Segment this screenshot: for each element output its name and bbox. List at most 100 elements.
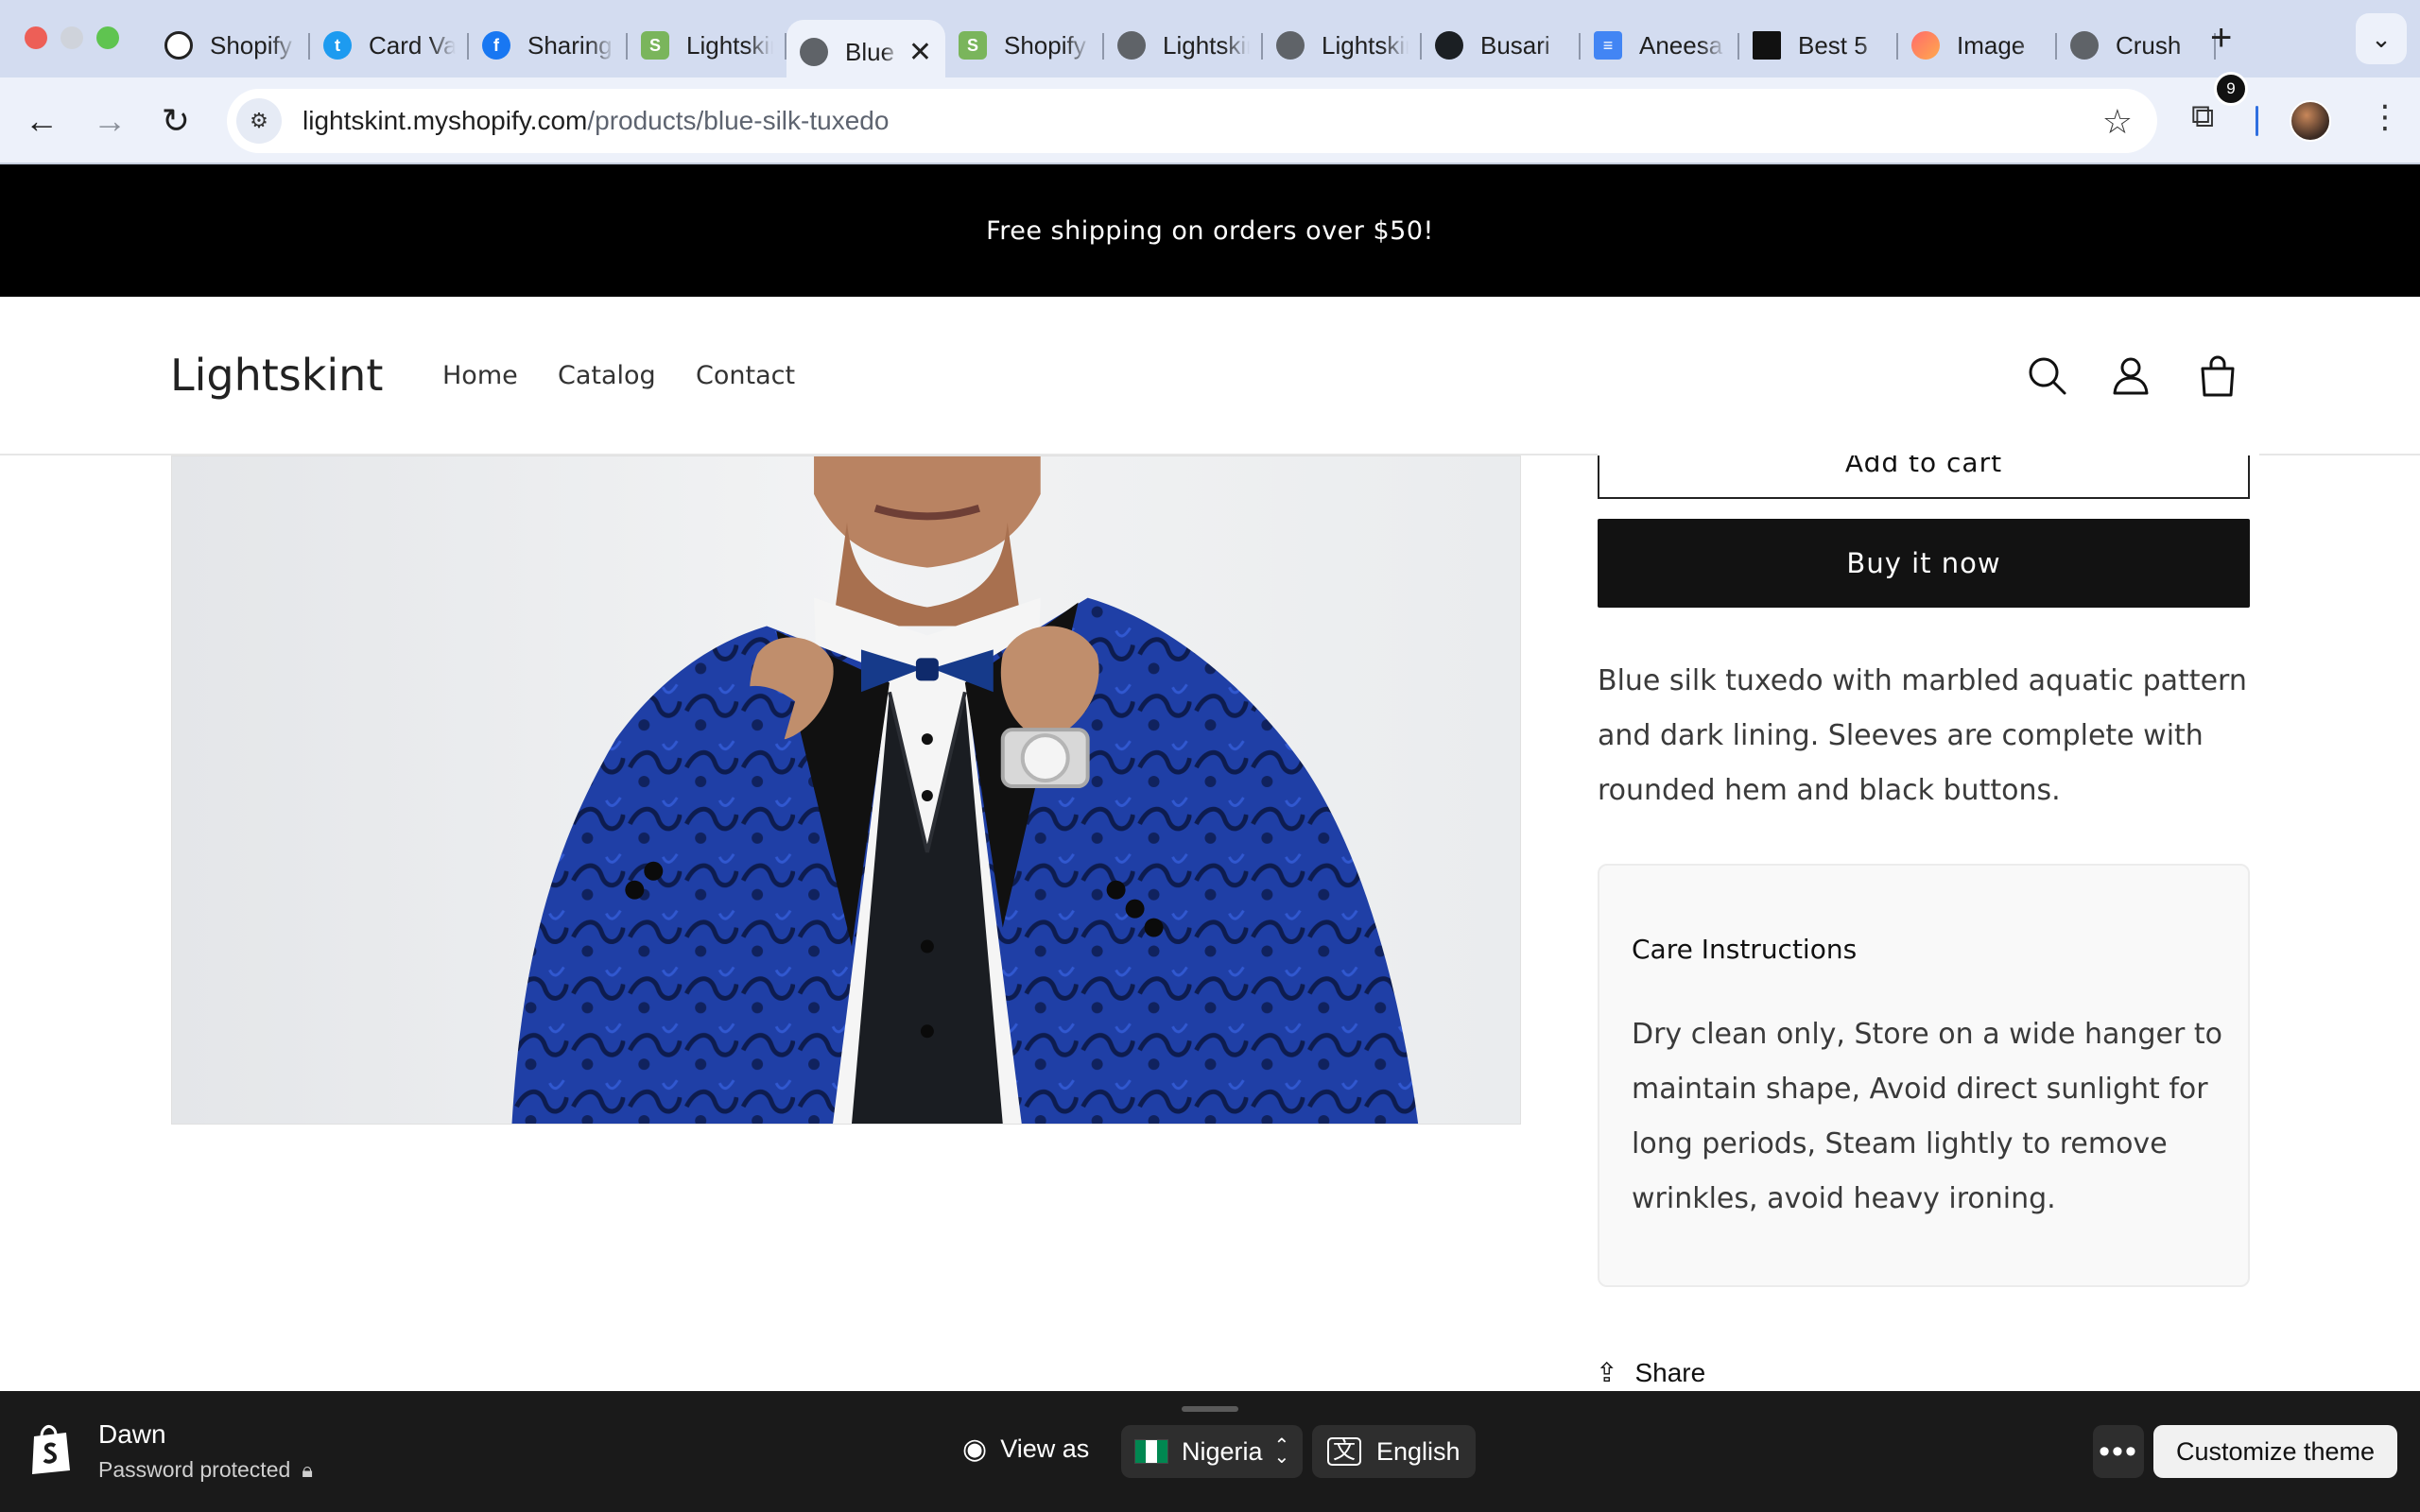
tab-label: Card Validator bbox=[369, 30, 456, 60]
lock-icon: 🔒︎ bbox=[302, 1457, 313, 1482]
announcement-bar: Free shipping on orders over $50! bbox=[0, 164, 2420, 297]
unsplash-icon bbox=[1753, 31, 1781, 60]
more-options-button[interactable]: ••• bbox=[2093, 1425, 2144, 1478]
tab-shopify-chatgpt[interactable]: Shopify bbox=[151, 20, 310, 71]
tab-search-button[interactable]: ⌄ bbox=[2356, 13, 2407, 64]
view-as-text: View as bbox=[1000, 1435, 1090, 1463]
share-button[interactable]: ⇪ Share bbox=[1596, 1357, 1705, 1388]
tab-label: Sharing Debugger bbox=[527, 30, 614, 60]
forward-button[interactable]: → bbox=[89, 100, 130, 142]
eye-icon: ◉ bbox=[962, 1434, 988, 1465]
chevron-down-icon: ⌄ bbox=[2371, 24, 2392, 53]
browser-chrome: Shopify t Card Validator f Sharing Debug… bbox=[0, 0, 2420, 164]
tab-label: Shopify bbox=[1004, 30, 1086, 60]
extensions-icon[interactable]: ⧉ bbox=[2191, 98, 2214, 135]
back-button[interactable]: ← bbox=[21, 100, 62, 142]
tab-best-5[interactable]: Best 5 bbox=[1739, 20, 1898, 71]
cart-count-badge: 9 bbox=[2214, 72, 2248, 106]
tab-label: Best 5 bbox=[1798, 30, 1868, 60]
tab-label: Aneesa bbox=[1639, 30, 1723, 60]
customize-theme-button[interactable]: Customize theme bbox=[2153, 1425, 2397, 1478]
tab-sharing-debugger[interactable]: f Sharing Debugger bbox=[469, 20, 628, 71]
product-description: Blue silk tuxedo with marbled aquatic pa… bbox=[1598, 664, 2247, 807]
account-icon[interactable] bbox=[2104, 350, 2157, 403]
url-path: /products/blue-silk-tuxedo bbox=[587, 106, 890, 135]
tab-label: Image bbox=[1957, 30, 2026, 60]
announcement-text: Free shipping on orders over $50! bbox=[986, 215, 1434, 246]
care-instructions-title: Care Instructions bbox=[1632, 934, 1858, 965]
tab-lightskint-admin[interactable]: S Lightskint bbox=[628, 20, 786, 71]
nav-link-contact[interactable]: Contact bbox=[696, 361, 795, 390]
reload-button[interactable]: ↻ bbox=[155, 100, 197, 142]
globe-icon bbox=[1117, 31, 1146, 60]
new-tab-button[interactable]: + bbox=[2210, 17, 2232, 60]
view-as-label: ◉ View as bbox=[962, 1433, 1089, 1466]
sticky-header-overlap bbox=[1598, 406, 2259, 455]
share-icon: ⇪ bbox=[1596, 1358, 1618, 1387]
tab-label: Lightskint bbox=[1163, 30, 1250, 60]
buy-it-now-button[interactable]: Buy it now bbox=[1598, 519, 2250, 608]
password-status: Password protected 🔒︎ bbox=[98, 1457, 313, 1483]
image-icon bbox=[1911, 31, 1940, 60]
language-selector[interactable]: 文 English bbox=[1312, 1425, 1476, 1478]
password-status-text: Password protected bbox=[98, 1457, 291, 1482]
arrow-right-icon: → bbox=[93, 101, 127, 140]
ellipsis-icon: ••• bbox=[2099, 1433, 2138, 1469]
tab-label: Crush bbox=[2116, 30, 2182, 60]
cart-bag-icon[interactable] bbox=[2191, 350, 2244, 403]
close-window-button[interactable] bbox=[25, 26, 47, 49]
nigeria-flag-icon bbox=[1134, 1439, 1168, 1464]
shopify-icon: S bbox=[959, 31, 987, 60]
browser-toolbar: ← → ↻ ⚙ lightskint.myshopify.com/product… bbox=[0, 77, 2420, 164]
tab-label: Shopify bbox=[210, 30, 292, 60]
store-logo[interactable]: Lightskint bbox=[170, 350, 383, 401]
facebook-icon: f bbox=[482, 31, 510, 60]
tab-busari-github[interactable]: Busari bbox=[1422, 20, 1581, 71]
minimize-window-button[interactable] bbox=[60, 26, 83, 49]
tab-crush[interactable]: Crush bbox=[2057, 20, 2216, 71]
docs-icon: ≡ bbox=[1594, 31, 1622, 60]
url-text[interactable]: lightskint.myshopify.com/products/blue-s… bbox=[302, 106, 889, 136]
translate-icon: 文 bbox=[1327, 1437, 1361, 1466]
product-image[interactable] bbox=[171, 455, 1521, 1125]
maximize-window-button[interactable] bbox=[96, 26, 119, 49]
search-icon[interactable] bbox=[2021, 350, 2074, 403]
tab-shopify[interactable]: S Shopify bbox=[945, 20, 1104, 71]
globe-icon bbox=[1276, 31, 1305, 60]
drag-handle[interactable] bbox=[1182, 1406, 1238, 1412]
github-icon bbox=[1435, 31, 1463, 60]
tab-label: Blue bbox=[845, 37, 895, 66]
bookmark-star-icon[interactable]: ☆ bbox=[2102, 102, 2133, 142]
tab-lightskint-1[interactable]: Lightskint bbox=[1104, 20, 1263, 71]
address-bar[interactable]: ⚙ lightskint.myshopify.com/products/blue… bbox=[227, 89, 2157, 153]
reload-icon: ↻ bbox=[161, 101, 191, 140]
language-value: English bbox=[1376, 1436, 1461, 1466]
tab-label: Lightskint bbox=[686, 30, 773, 60]
country-selector[interactable]: Nigeria ⌃ ⌄ bbox=[1121, 1425, 1304, 1478]
twitter-icon: t bbox=[323, 31, 352, 60]
tab-blue-silk-tuxedo[interactable]: Blue ✕ bbox=[786, 20, 945, 84]
tab-card-validator[interactable]: t Card Validator bbox=[310, 20, 469, 71]
share-label: Share bbox=[1634, 1357, 1706, 1387]
browser-menu-icon[interactable]: ⋮ bbox=[2369, 98, 2401, 136]
toolbar-divider bbox=[2256, 106, 2258, 136]
shopify-icon: S bbox=[641, 31, 669, 60]
tab-image[interactable]: Image bbox=[1898, 20, 2057, 71]
arrow-left-icon: ← bbox=[25, 101, 59, 140]
url-host: lightskint.myshopify.com bbox=[302, 106, 588, 135]
shopify-preview-bar: Dawn Password protected 🔒︎ ◉ View as Nig… bbox=[0, 1391, 2420, 1512]
tab-bar: Shopify t Card Validator f Sharing Debug… bbox=[0, 0, 2420, 84]
profile-avatar[interactable] bbox=[2290, 100, 2331, 142]
site-info-icon[interactable]: ⚙ bbox=[236, 98, 282, 144]
country-value: Nigeria bbox=[1182, 1436, 1263, 1466]
tab-aneesa-docs[interactable]: ≡ Aneesa bbox=[1581, 20, 1739, 71]
globe-icon bbox=[800, 38, 828, 66]
tab-label: Lightskint bbox=[1322, 30, 1409, 60]
close-tab-icon[interactable]: ✕ bbox=[908, 36, 932, 69]
tuxedo-photo-illustration bbox=[172, 456, 1520, 1124]
shopify-bag-icon bbox=[32, 1425, 70, 1474]
nav-link-catalog[interactable]: Catalog bbox=[558, 361, 656, 390]
tab-lightskint-2[interactable]: Lightskint bbox=[1263, 20, 1422, 71]
nav-link-home[interactable]: Home bbox=[442, 361, 518, 390]
care-instructions-panel: Care Instructions Dry clean only, Store … bbox=[1598, 864, 2250, 1287]
